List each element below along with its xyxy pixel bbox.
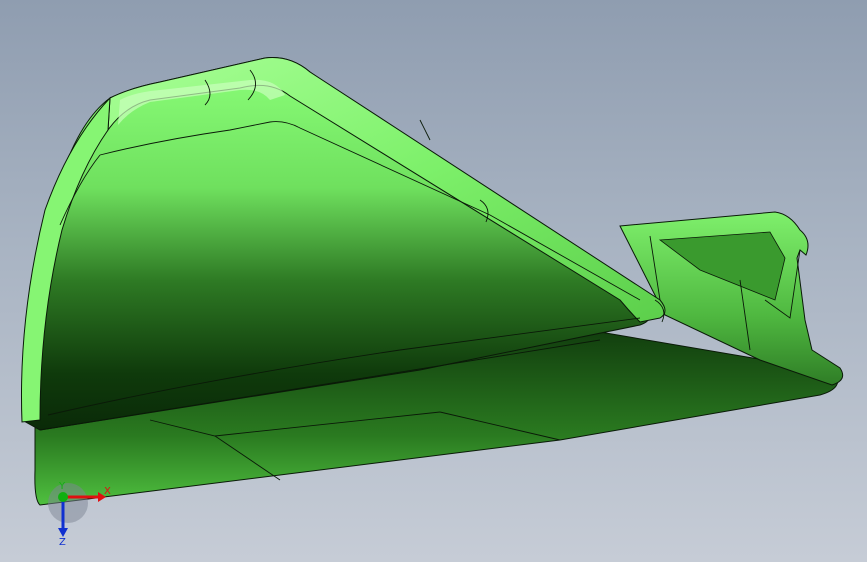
coordinate-triad: X Y Z — [48, 481, 111, 548]
triad-shadow — [48, 483, 88, 523]
graphics-viewport[interactable]: X Y Z — [0, 0, 867, 562]
y-axis-label: Y — [58, 481, 66, 492]
z-axis-label: Z — [59, 537, 66, 548]
z-axis-arrowhead — [58, 528, 68, 537]
x-axis-label: X — [104, 486, 111, 497]
y-axis-dot — [58, 492, 68, 502]
